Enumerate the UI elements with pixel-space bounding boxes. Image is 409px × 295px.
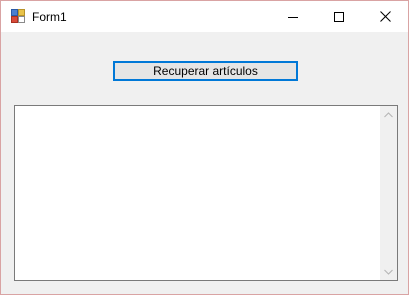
app-icon[interactable] [11,9,25,23]
scroll-up-button[interactable] [380,106,397,123]
output-textbox[interactable] [14,105,398,281]
chevron-down-icon [384,269,393,275]
maximize-icon [334,11,344,22]
close-icon [379,11,391,22]
title-bar[interactable]: Form1 [1,1,408,32]
output-text[interactable] [15,106,379,280]
scroll-down-button[interactable] [380,263,397,280]
window-title: Form1 [32,10,67,24]
client-area: Recuperar artículos [1,32,408,294]
vertical-scrollbar[interactable] [380,106,397,280]
minimize-icon [288,16,298,18]
maximize-button[interactable] [316,1,362,32]
retrieve-articles-button[interactable]: Recuperar artículos [113,61,298,81]
close-button[interactable] [362,1,408,32]
form-window: Form1 Recuperar artículos [0,0,409,295]
minimize-button[interactable] [270,1,316,32]
chevron-up-icon [384,111,393,117]
